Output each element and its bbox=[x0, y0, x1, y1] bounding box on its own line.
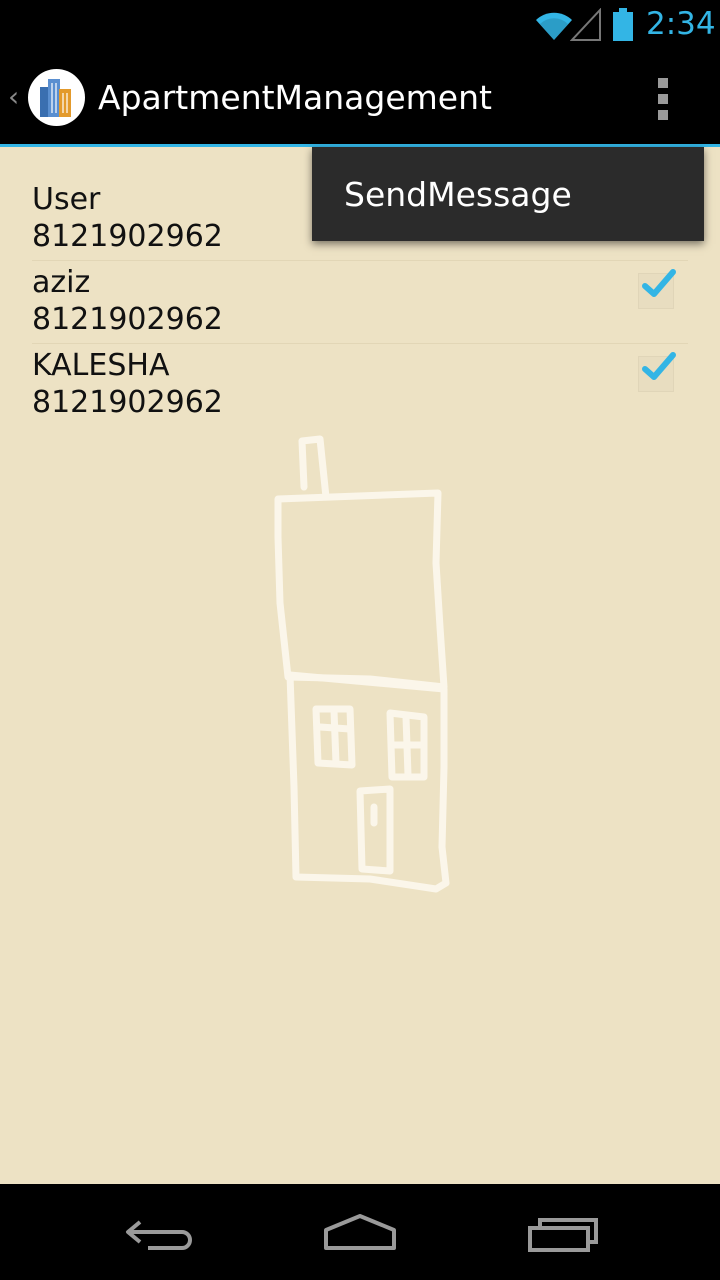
home-icon[interactable] bbox=[320, 1208, 400, 1258]
contact-phone: 8121902962 bbox=[32, 302, 223, 337]
up-caret-icon[interactable]: ‹ bbox=[8, 80, 19, 113]
menu-item-send-message[interactable]: SendMessage bbox=[344, 175, 572, 214]
signal-icon bbox=[570, 8, 601, 41]
overflow-popup-menu: SendMessage bbox=[312, 147, 704, 241]
house-sketch-background bbox=[274, 435, 450, 893]
navigation-bar bbox=[0, 1184, 720, 1280]
battery-icon bbox=[613, 8, 633, 41]
back-icon[interactable] bbox=[120, 1208, 200, 1258]
list-item[interactable]: aziz 8121902962 bbox=[32, 261, 688, 344]
contact-name: aziz bbox=[32, 265, 91, 300]
checkmark-icon bbox=[642, 269, 676, 297]
action-bar: ‹ ApartmentManagement bbox=[0, 50, 720, 147]
checkmark-icon bbox=[642, 352, 676, 380]
status-clock: 2:34 bbox=[646, 6, 716, 42]
select-checkbox[interactable] bbox=[638, 352, 676, 392]
contact-name: KALESHA bbox=[32, 348, 170, 383]
content-area: User 8121902962 aziz 8121902962 KALESHA … bbox=[0, 147, 720, 1184]
app-title: ApartmentManagement bbox=[98, 78, 492, 117]
app-logo[interactable] bbox=[28, 69, 85, 126]
select-checkbox[interactable] bbox=[638, 269, 676, 309]
status-bar: 2:34 bbox=[0, 0, 720, 50]
apartment-buildings-icon bbox=[40, 79, 71, 117]
contact-phone: 8121902962 bbox=[32, 385, 223, 420]
overflow-menu-icon[interactable] bbox=[648, 72, 678, 124]
list-item[interactable]: KALESHA 8121902962 bbox=[32, 344, 688, 427]
wifi-icon bbox=[536, 12, 572, 41]
recent-apps-icon[interactable] bbox=[522, 1208, 602, 1258]
